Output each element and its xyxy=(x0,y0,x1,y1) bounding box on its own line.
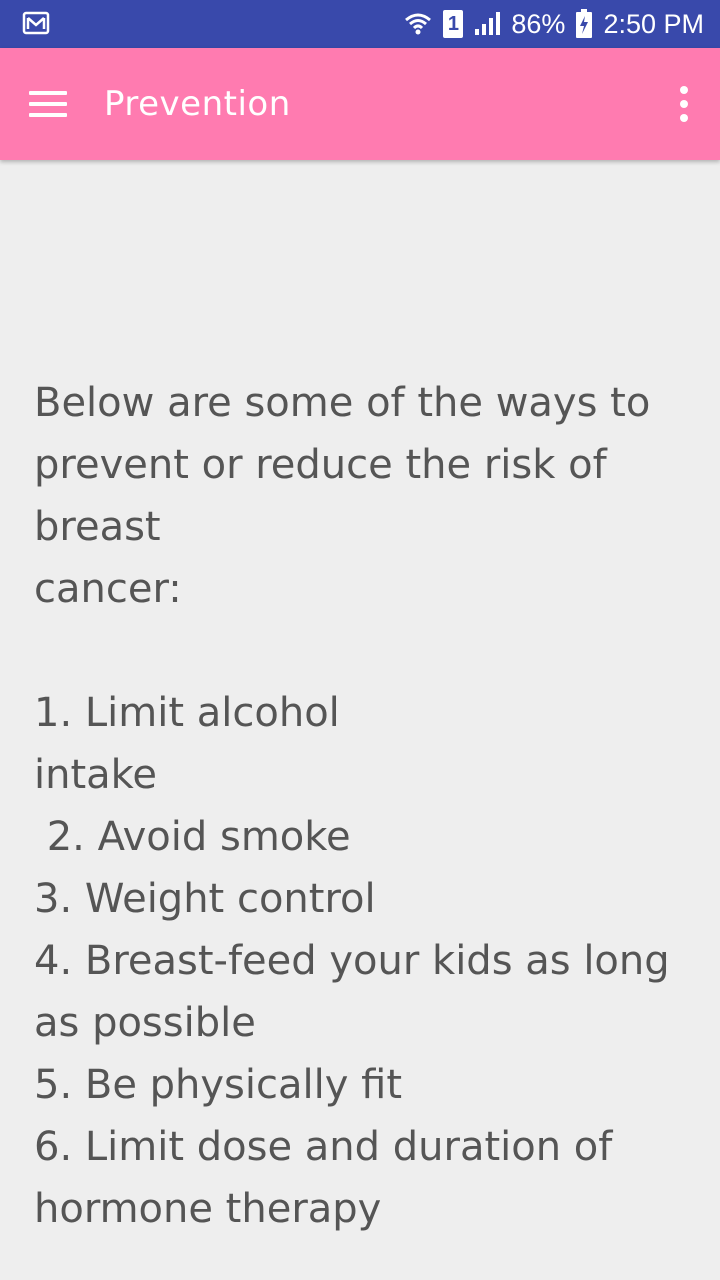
battery-percent: 86% xyxy=(511,8,566,39)
more-vert-icon[interactable] xyxy=(668,76,700,132)
wifi-icon xyxy=(403,10,433,38)
hamburger-menu-icon[interactable] xyxy=(20,76,76,132)
app-bar: Prevention xyxy=(0,48,720,160)
sim-icon: 1 xyxy=(443,10,464,38)
gmail-notification-icon xyxy=(22,10,50,36)
status-icons: 1 86% 2:50 PM xyxy=(403,0,704,48)
clock: 2:50 PM xyxy=(603,8,704,39)
prevention-text: Below are some of the ways to prevent or… xyxy=(34,380,670,1232)
page-title: Prevention xyxy=(104,84,291,124)
signal-icon xyxy=(473,11,501,37)
battery-charging-icon xyxy=(575,9,593,39)
status-bar: 1 86% 2:50 PM xyxy=(0,0,720,48)
